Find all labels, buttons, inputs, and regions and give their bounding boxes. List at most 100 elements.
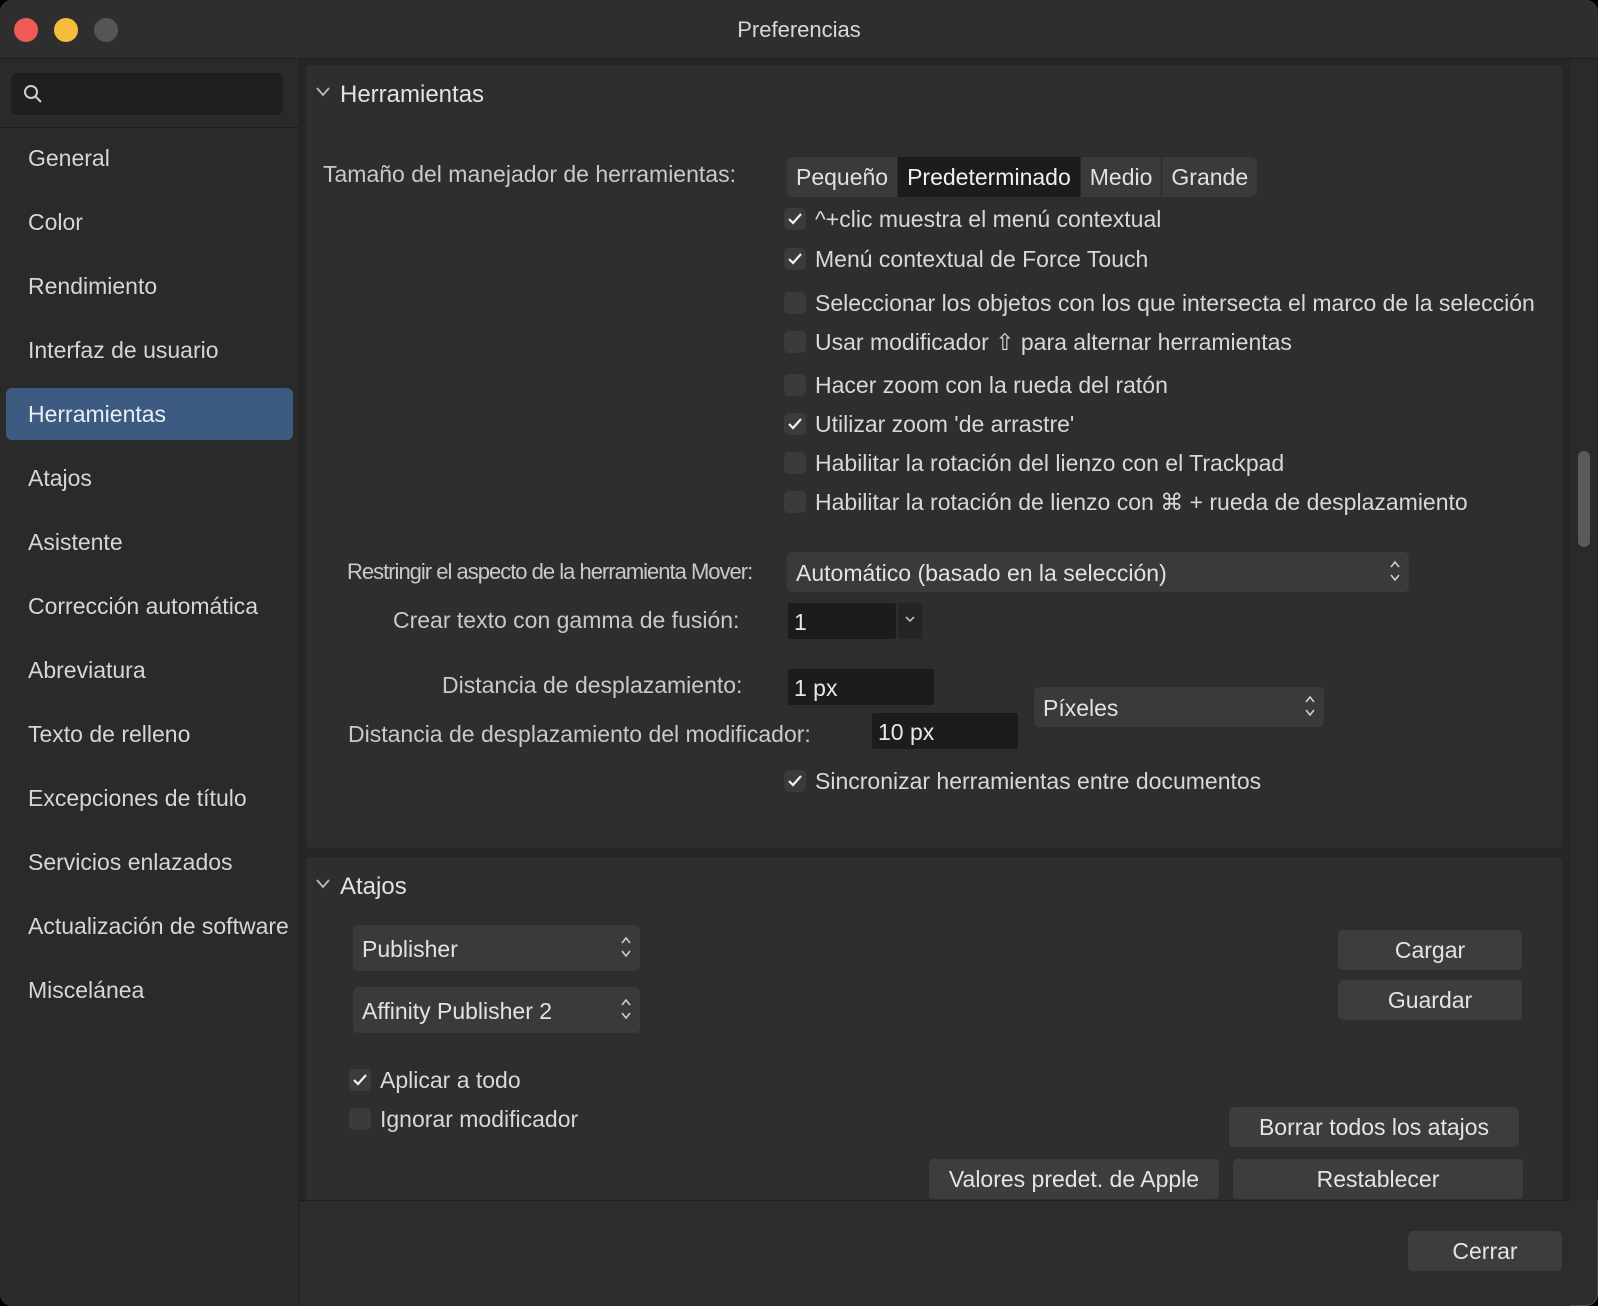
checkbox-label: Habilitar la rotación de lienzo con ⌘ + … (815, 488, 1468, 515)
load-shortcuts-button[interactable]: Cargar (1338, 930, 1522, 970)
handle-size-default[interactable]: Predeterminado (898, 157, 1081, 197)
titlebar: Preferencias (0, 0, 1598, 59)
scrollbar-thumb[interactable] (1578, 451, 1590, 547)
sidebar-item-linked-services[interactable]: Servicios enlazados (6, 836, 293, 888)
sidebar: General Color Rendimiento Interfaz de us… (0, 59, 300, 1306)
save-shortcuts-button[interactable]: Guardar (1338, 980, 1522, 1020)
ctrl-click-context-menu-checkbox[interactable]: ^+clic muestra el menú contextual (784, 205, 1161, 233)
handle-size-small[interactable]: Pequeño (787, 157, 899, 197)
checkbox-label: Utilizar zoom 'de arrastre' (815, 410, 1075, 437)
shortcuts-app-value: Publisher (362, 936, 458, 962)
checkbox-unchecked (784, 491, 806, 513)
force-touch-context-menu-checkbox[interactable]: Menú contextual de Force Touch (784, 245, 1148, 273)
move-aspect-select[interactable]: Automático (basado en la selección) (787, 552, 1409, 592)
checkmark-icon (353, 1074, 367, 1086)
checkbox-label: Hacer zoom con la rueda del ratón (815, 371, 1168, 398)
cmd-scroll-rotation-checkbox[interactable]: Habilitar la rotación de lienzo con ⌘ + … (784, 488, 1468, 516)
vertical-scrollbar[interactable] (1570, 59, 1598, 1200)
shift-toggle-tools-checkbox[interactable]: Usar modificador ⇧ para alternar herrami… (784, 328, 1292, 356)
footer-bar: Cerrar (300, 1200, 1570, 1306)
select-arrows-icon (1390, 560, 1400, 582)
drag-zoom-checkbox[interactable]: Utilizar zoom 'de arrastre' (784, 410, 1074, 438)
checkbox-unchecked (349, 1108, 371, 1130)
checkbox-checked (349, 1069, 371, 1091)
sidebar-item-performance[interactable]: Rendimiento (6, 260, 293, 312)
nudge-distance-label: Distancia de desplazamiento: (442, 672, 743, 698)
sidebar-item-software-update[interactable]: Actualización de software (6, 900, 293, 952)
sidebar-item-autocorrect[interactable]: Corrección automática (6, 580, 293, 632)
checkbox-checked (784, 208, 806, 230)
move-aspect-value: Automático (basado en la selección) (796, 560, 1167, 586)
window-title: Preferencias (737, 17, 861, 42)
select-intersecting-objects-checkbox[interactable]: Seleccionar los objetos con los que inte… (784, 289, 1538, 317)
checkbox-label: Aplicar a todo (380, 1066, 521, 1093)
sidebar-divider (0, 127, 299, 128)
blend-gamma-input[interactable]: 1 (788, 603, 896, 639)
sidebar-item-miscellaneous[interactable]: Miscelánea (6, 964, 293, 1016)
search-icon (24, 85, 42, 103)
checkmark-icon (788, 418, 802, 430)
checkbox-label: Usar modificador ⇧ para alternar herrami… (815, 328, 1292, 355)
apple-defaults-button[interactable]: Valores predet. de Apple (929, 1159, 1219, 1199)
reset-shortcuts-button[interactable]: Restablecer (1233, 1159, 1523, 1199)
checkbox-label: Habilitar la rotación del lienzo con el … (815, 449, 1285, 476)
clear-all-shortcuts-button[interactable]: Borrar todos los atajos (1229, 1107, 1519, 1147)
shortcuts-preset-value: Affinity Publisher 2 (362, 998, 553, 1024)
preferences-window: Preferencias General Color Rendimiento I… (0, 0, 1598, 1306)
checkbox-unchecked (784, 331, 806, 353)
units-select[interactable]: Píxeles (1034, 687, 1324, 727)
checkbox-checked (784, 413, 806, 435)
sidebar-item-abbreviation[interactable]: Abreviatura (6, 644, 293, 696)
units-value: Píxeles (1043, 695, 1119, 721)
sidebar-item-general[interactable]: General (6, 132, 293, 184)
sidebar-item-filler-text[interactable]: Texto de relleno (6, 708, 293, 760)
checkmark-icon (788, 213, 802, 225)
blend-gamma-dropdown-button[interactable] (897, 603, 922, 639)
checkmark-icon (788, 775, 802, 787)
modifier-nudge-distance-value: 10 px (878, 719, 935, 745)
apply-all-checkbox[interactable]: Aplicar a todo (349, 1066, 521, 1094)
shortcuts-section-title: Atajos (340, 873, 407, 900)
tools-panel-header[interactable]: Herramientas (306, 65, 1562, 125)
sidebar-item-color[interactable]: Color (6, 196, 293, 248)
handle-size-label: Tamaño del manejador de herramientas: (323, 161, 736, 187)
checkmark-icon (788, 253, 802, 265)
shortcuts-app-select[interactable]: Publisher (353, 925, 640, 971)
sync-tools-checkbox[interactable]: Sincronizar herramientas entre documento… (784, 767, 1261, 795)
sidebar-item-tools[interactable]: Herramientas (6, 388, 293, 440)
modifier-nudge-distance-input[interactable]: 10 px (872, 713, 1018, 749)
shortcuts-preset-select[interactable]: Affinity Publisher 2 (353, 987, 640, 1033)
search-input[interactable] (11, 73, 283, 115)
checkbox-label: ^+clic muestra el menú contextual (815, 205, 1162, 232)
shortcuts-panel: Atajos Publisher Affinity Publisher 2 Ca… (306, 857, 1562, 1200)
settings-content: Herramientas Tamaño del manejador de her… (300, 59, 1570, 1200)
handle-size-medium[interactable]: Medio (1081, 157, 1163, 197)
sidebar-item-assistant[interactable]: Asistente (6, 516, 293, 568)
sidebar-item-user-interface[interactable]: Interfaz de usuario (6, 324, 293, 376)
checkbox-unchecked (784, 292, 806, 314)
checkbox-label: Ignorar modificador (380, 1105, 579, 1132)
nudge-distance-input[interactable]: 1 px (788, 669, 934, 705)
checkbox-label: Menú contextual de Force Touch (815, 245, 1149, 272)
blend-gamma-value: 1 (794, 609, 807, 635)
handle-size-segmented-control: Pequeño Predeterminado Medio Grande (787, 157, 1258, 197)
close-button[interactable]: Cerrar (1408, 1231, 1562, 1271)
ignore-modifier-checkbox[interactable]: Ignorar modificador (349, 1105, 578, 1133)
sidebar-item-shortcuts[interactable]: Atajos (6, 452, 293, 504)
modifier-nudge-distance-label: Distancia de desplazamiento del modifica… (348, 721, 811, 747)
handle-size-large[interactable]: Grande (1162, 157, 1257, 197)
select-arrows-icon (621, 936, 631, 958)
chevron-down-icon (905, 616, 915, 623)
sidebar-item-title-exceptions[interactable]: Excepciones de título (6, 772, 293, 824)
select-arrows-icon (621, 998, 631, 1020)
shortcuts-panel-header[interactable]: Atajos (306, 857, 1562, 917)
checkbox-checked (784, 248, 806, 270)
checkbox-label: Sincronizar herramientas entre documento… (815, 767, 1262, 794)
checkbox-label: Seleccionar los objetos con los que inte… (815, 289, 1535, 316)
blend-gamma-label: Crear texto con gamma de fusión: (393, 607, 740, 633)
checkbox-checked (784, 770, 806, 792)
sidebar-nav: General Color Rendimiento Interfaz de us… (6, 132, 293, 1028)
mouse-wheel-zoom-checkbox[interactable]: Hacer zoom con la rueda del ratón (784, 371, 1168, 399)
trackpad-rotation-checkbox[interactable]: Habilitar la rotación del lienzo con el … (784, 449, 1284, 477)
tools-section-title: Herramientas (340, 81, 485, 108)
